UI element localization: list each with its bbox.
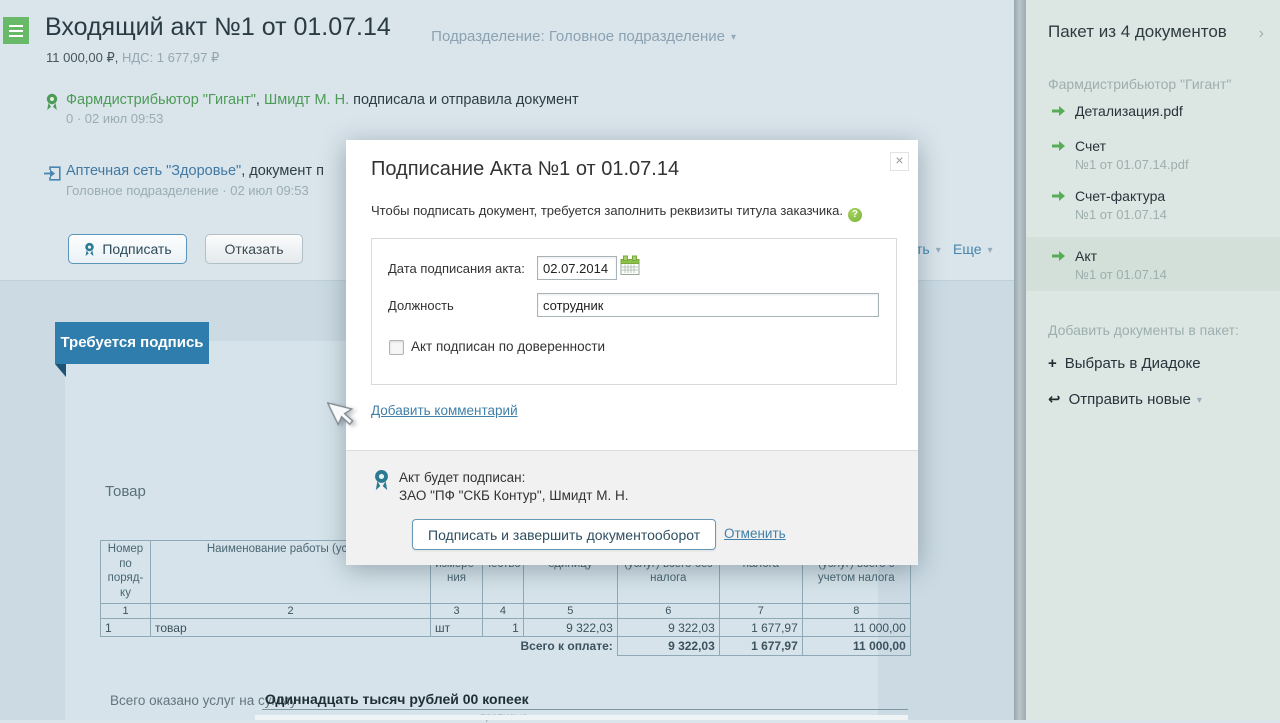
plus-icon: + bbox=[1048, 355, 1057, 372]
dialog-title: Подписание Акта №1 от 01.07.14 bbox=[371, 158, 680, 180]
add-to-package-label: Добавить документы в пакет: bbox=[1048, 322, 1239, 338]
arrow-right-icon bbox=[1052, 251, 1065, 261]
org-link[interactable]: Фармдистрибьютор "Гигант" bbox=[66, 92, 256, 108]
close-icon[interactable]: × bbox=[890, 152, 909, 171]
package-sidebar: Пакет из 4 документов › Фармдистрибьютор… bbox=[1026, 0, 1280, 720]
arrow-right-icon bbox=[1052, 191, 1065, 201]
doc-item-detalization[interactable]: Детализация.pdf bbox=[1075, 103, 1183, 119]
seal-icon bbox=[46, 93, 58, 110]
send-new-link[interactable]: ↩ Отправить новые ▾ bbox=[1048, 390, 1202, 408]
document-vat: НДС: 1 677,97 ₽ bbox=[118, 50, 220, 65]
truncated-action-link[interactable]: ть ▾ bbox=[916, 241, 941, 257]
status-badge: Требуется подпись bbox=[55, 322, 209, 364]
arrow-right-icon bbox=[1052, 106, 1065, 116]
will-sign-caption: Акт будет подписан: bbox=[399, 470, 526, 485]
document-field-strip bbox=[255, 715, 908, 720]
proxy-checkbox-label: Акт подписан по доверенности bbox=[411, 339, 606, 354]
event-meta: 0 · 02 июл 09:53 bbox=[66, 111, 164, 126]
document-amount: 11 000,00 ₽, bbox=[46, 50, 119, 65]
chevron-down-icon: ▾ bbox=[935, 245, 941, 256]
sign-button[interactable]: Подписать bbox=[68, 234, 187, 264]
refuse-button[interactable]: Отказать bbox=[205, 234, 303, 264]
date-label: Дата подписания акта: bbox=[388, 261, 525, 276]
reply-arrow-icon: ↩ bbox=[1048, 391, 1061, 408]
position-label: Должность bbox=[388, 298, 454, 313]
position-input[interactable] bbox=[537, 293, 879, 317]
submit-sign-button[interactable]: Подписать и завершить документооборот bbox=[412, 519, 717, 550]
chevron-down-icon: ▾ bbox=[1196, 395, 1202, 406]
product-label: Товар bbox=[105, 483, 146, 500]
dialog-footer: Акт будет подписан: ЗАО "ПФ "СКБ Контур"… bbox=[346, 450, 918, 565]
package-title: Пакет из 4 документов bbox=[1048, 22, 1227, 41]
sum-underline bbox=[262, 709, 908, 710]
division-selector[interactable]: Подразделение: Головное подразделение ▾ bbox=[431, 28, 736, 45]
sign-dialog: × Подписание Акта №1 от 01.07.14 Чтобы п… bbox=[346, 140, 918, 565]
arrow-right-icon bbox=[1052, 141, 1065, 151]
doc-item-invoice-facture[interactable]: Счет-фактура bbox=[1075, 188, 1165, 204]
add-comment-link[interactable]: Добавить комментарий bbox=[371, 403, 518, 418]
sum-in-words: Одиннадцать тысяч рублей 00 копеек bbox=[265, 691, 529, 707]
requisites-form: Дата подписания акта: Должность Акт подп… bbox=[371, 238, 897, 385]
date-input[interactable] bbox=[537, 256, 617, 280]
help-icon[interactable]: ? bbox=[847, 208, 862, 222]
doc-item-subtitle: №1 от 01.07.14.pdf bbox=[1075, 157, 1189, 172]
page-title: Входящий акт №1 от 01.07.14 bbox=[45, 13, 391, 41]
menu-icon[interactable] bbox=[3, 17, 29, 44]
seal-icon bbox=[375, 470, 388, 491]
event-received: Аптечная сеть "Здоровье", документ п bbox=[66, 163, 324, 179]
doc-item-invoice[interactable]: Счет bbox=[1075, 138, 1106, 154]
org-link[interactable]: Аптечная сеть "Здоровье" bbox=[66, 163, 241, 179]
event-meta: Головное подразделение · 02 июл 09:53 bbox=[66, 183, 309, 198]
person-link[interactable]: Шмидт М. Н. bbox=[264, 92, 349, 108]
proxy-checkbox[interactable] bbox=[389, 340, 404, 355]
table-total-row: Всего к оплате: 9 322,03 1 677,97 11 000… bbox=[101, 636, 911, 656]
table-colnum-row: 1 2 3 4 5 6 7 8 bbox=[100, 603, 911, 619]
event-signed: Фармдистрибьютор "Гигант", Шмидт М. Н. п… bbox=[66, 92, 579, 108]
signer-name: ЗАО "ПФ "СКБ Контур", Шмидт М. Н. bbox=[399, 488, 629, 503]
table-row: 1 товар шт 1 9 322,03 9 322,03 1 677,97 … bbox=[100, 618, 911, 637]
dialog-description: Чтобы подписать документ, требуется запо… bbox=[371, 203, 862, 222]
seal-icon bbox=[85, 242, 95, 256]
doc-item-act-selected[interactable]: Акт bbox=[1075, 248, 1097, 264]
chevron-right-icon[interactable]: › bbox=[1259, 25, 1264, 43]
chevron-down-icon: ▾ bbox=[987, 245, 993, 256]
more-link[interactable]: Еще ▾ bbox=[953, 241, 993, 257]
selected-doc-highlight bbox=[1026, 237, 1280, 291]
doc-item-subtitle: №1 от 01.07.14 bbox=[1075, 267, 1167, 282]
chevron-down-icon: ▾ bbox=[730, 32, 736, 43]
choose-in-diadoc-link[interactable]: + Выбрать в Диадоке bbox=[1048, 355, 1201, 372]
received-icon bbox=[44, 166, 61, 181]
document-totals: 11 000,00 ₽, НДС: 1 677,97 ₽ bbox=[46, 50, 219, 66]
scrollbar[interactable] bbox=[1014, 0, 1026, 720]
calendar-icon[interactable] bbox=[620, 255, 640, 276]
cancel-link[interactable]: Отменить bbox=[724, 526, 786, 541]
package-vendor: Фармдистрибьютор "Гигант" bbox=[1048, 76, 1232, 92]
doc-item-subtitle: №1 от 01.07.14 bbox=[1075, 207, 1167, 222]
